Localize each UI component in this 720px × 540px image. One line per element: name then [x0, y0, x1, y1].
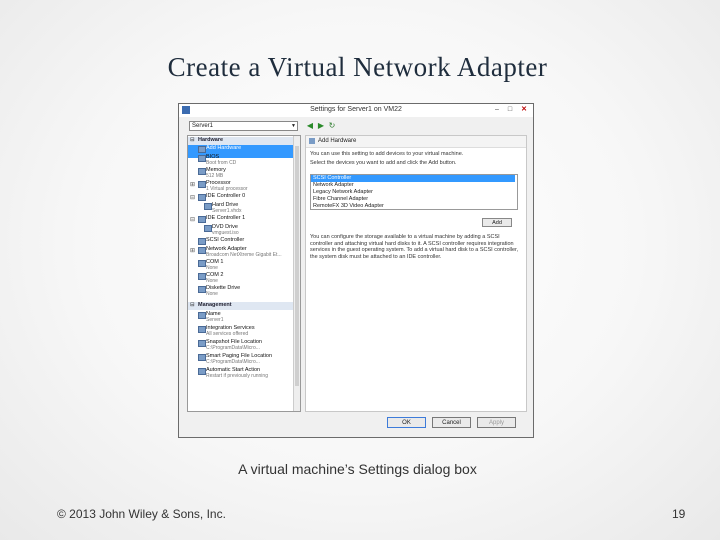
settings-dialog: Settings for Server1 on VM22 – □ ✕ Serve… — [178, 103, 534, 438]
folder-icon — [198, 340, 206, 347]
ide-controller-icon — [198, 216, 206, 223]
chevron-down-icon: ▼ — [291, 123, 296, 129]
com-port-icon — [198, 260, 206, 267]
dvd-drive-icon — [204, 225, 212, 232]
add-hardware-pane: Add Hardware You can use this setting to… — [305, 135, 527, 412]
hard-drive-icon — [204, 203, 212, 210]
tree-item-smart-paging-file-location[interactable]: Smart Paging File Location C:\ProgramDat… — [188, 353, 294, 366]
hardware-section-header[interactable]: ⊟ Hardware — [188, 137, 300, 145]
ok-button[interactable]: OK — [387, 417, 426, 428]
start-action-icon — [198, 368, 206, 375]
name-icon — [198, 312, 206, 319]
tree-item-network-adapter[interactable]: ⊞ Network Adapter Broadcom NetXtreme Gig… — [188, 246, 294, 259]
tree-item-com-1[interactable]: COM 1 None — [188, 259, 294, 272]
tree-item-processor[interactable]: ⊞ Processor 1 Virtual processor — [188, 180, 294, 193]
diskette-icon — [198, 286, 206, 293]
device-item-fibre-channel-adapter[interactable]: Fibre Channel Adapter — [311, 196, 515, 203]
integration-services-icon — [198, 326, 206, 333]
tree-item-snapshot-file-location[interactable]: Snapshot File Location C:\ProgramData\Mi… — [188, 339, 294, 352]
collapse-icon: ⊟ — [190, 137, 195, 143]
scrollbar-thumb[interactable] — [295, 146, 299, 386]
page-number: 19 — [672, 507, 686, 521]
ide-controller-icon — [198, 194, 206, 201]
back-arrow-icon[interactable]: ◀ — [305, 121, 315, 131]
tree-item-dvd-drive[interactable]: DVD Drive vmguest.iso — [194, 224, 300, 237]
collapse-icon: ⊟ — [190, 302, 195, 308]
tree-item-diskette-drive[interactable]: Diskette Drive None — [188, 285, 294, 298]
collapse-icon[interactable]: ⊟ — [190, 216, 195, 223]
management-section-header[interactable]: ⊟ Management — [188, 302, 300, 310]
processor-icon — [198, 181, 206, 188]
refresh-icon[interactable]: ↻ — [327, 121, 337, 131]
tree-item-com-2[interactable]: COM 2 None — [188, 272, 294, 285]
slide-title: Create a Virtual Network Adapter — [167, 52, 548, 82]
tree-item-bios[interactable]: BIOS Boot from CD — [188, 154, 294, 167]
collapse-icon[interactable]: ⊟ — [190, 194, 195, 201]
scsi-description: You can configure the storage available … — [310, 234, 519, 260]
pane-header: Add Hardware — [306, 136, 526, 148]
tree-scrollbar[interactable] — [293, 136, 300, 411]
cancel-button[interactable]: Cancel — [432, 417, 471, 428]
dialog-titlebar: Settings for Server1 on VM22 – □ ✕ — [179, 104, 533, 117]
tree-item-hard-drive[interactable]: Hard Drive Server1.vhdx — [194, 202, 300, 215]
add-button[interactable]: Add — [482, 218, 512, 227]
network-adapter-icon — [198, 247, 206, 254]
apply-button[interactable]: Apply — [477, 417, 516, 428]
maximize-button[interactable]: □ — [504, 104, 516, 116]
minimize-button[interactable]: – — [491, 104, 503, 116]
device-item-remotefx-adapter[interactable]: RemoteFX 3D Video Adapter — [311, 203, 515, 209]
copyright-text: © 2013 John Wiley & Sons, Inc. — [57, 507, 226, 521]
device-item-scsi-controller[interactable]: SCSI Controller — [311, 175, 515, 182]
device-item-network-adapter[interactable]: Network Adapter — [311, 182, 515, 189]
bios-icon — [198, 155, 206, 162]
settings-tree: ⊟ Hardware Add Hardware BIOS Boot from C… — [187, 135, 301, 412]
tree-item-memory[interactable]: Memory 512 MB — [188, 167, 294, 180]
forward-arrow-icon[interactable]: ▶ — [316, 121, 326, 131]
dialog-title: Settings for Server1 on VM22 — [310, 106, 402, 113]
intro-text-1: You can use this setting to add devices … — [310, 151, 464, 157]
close-button[interactable]: ✕ — [517, 104, 531, 116]
memory-icon — [198, 168, 206, 175]
scsi-controller-icon — [198, 238, 206, 245]
vm-select[interactable]: Server1 ▼ — [189, 121, 298, 131]
device-item-legacy-network-adapter[interactable]: Legacy Network Adapter — [311, 189, 515, 196]
com-port-icon — [198, 273, 206, 280]
expand-icon[interactable]: ⊞ — [190, 181, 195, 188]
tree-item-integration-services[interactable]: Integration Services All services offere… — [188, 325, 294, 338]
expand-icon[interactable]: ⊞ — [190, 247, 195, 254]
device-list[interactable]: SCSI Controller Network Adapter Legacy N… — [310, 174, 518, 210]
add-hardware-icon — [198, 146, 206, 153]
slide-caption: A virtual machine’s Settings dialog box — [238, 461, 477, 477]
tree-item-automatic-start-action[interactable]: Automatic Start Action Restart if previo… — [188, 367, 294, 380]
add-hardware-icon — [309, 138, 315, 144]
intro-text-2: Select the devices you want to add and c… — [310, 160, 457, 166]
vm-select-value: Server1 — [192, 123, 214, 129]
tree-item-name[interactable]: Name Server1 — [188, 311, 294, 324]
folder-icon — [198, 354, 206, 361]
dialog-toolbar: Server1 ▼ ◀ ▶ ↻ — [187, 121, 527, 133]
